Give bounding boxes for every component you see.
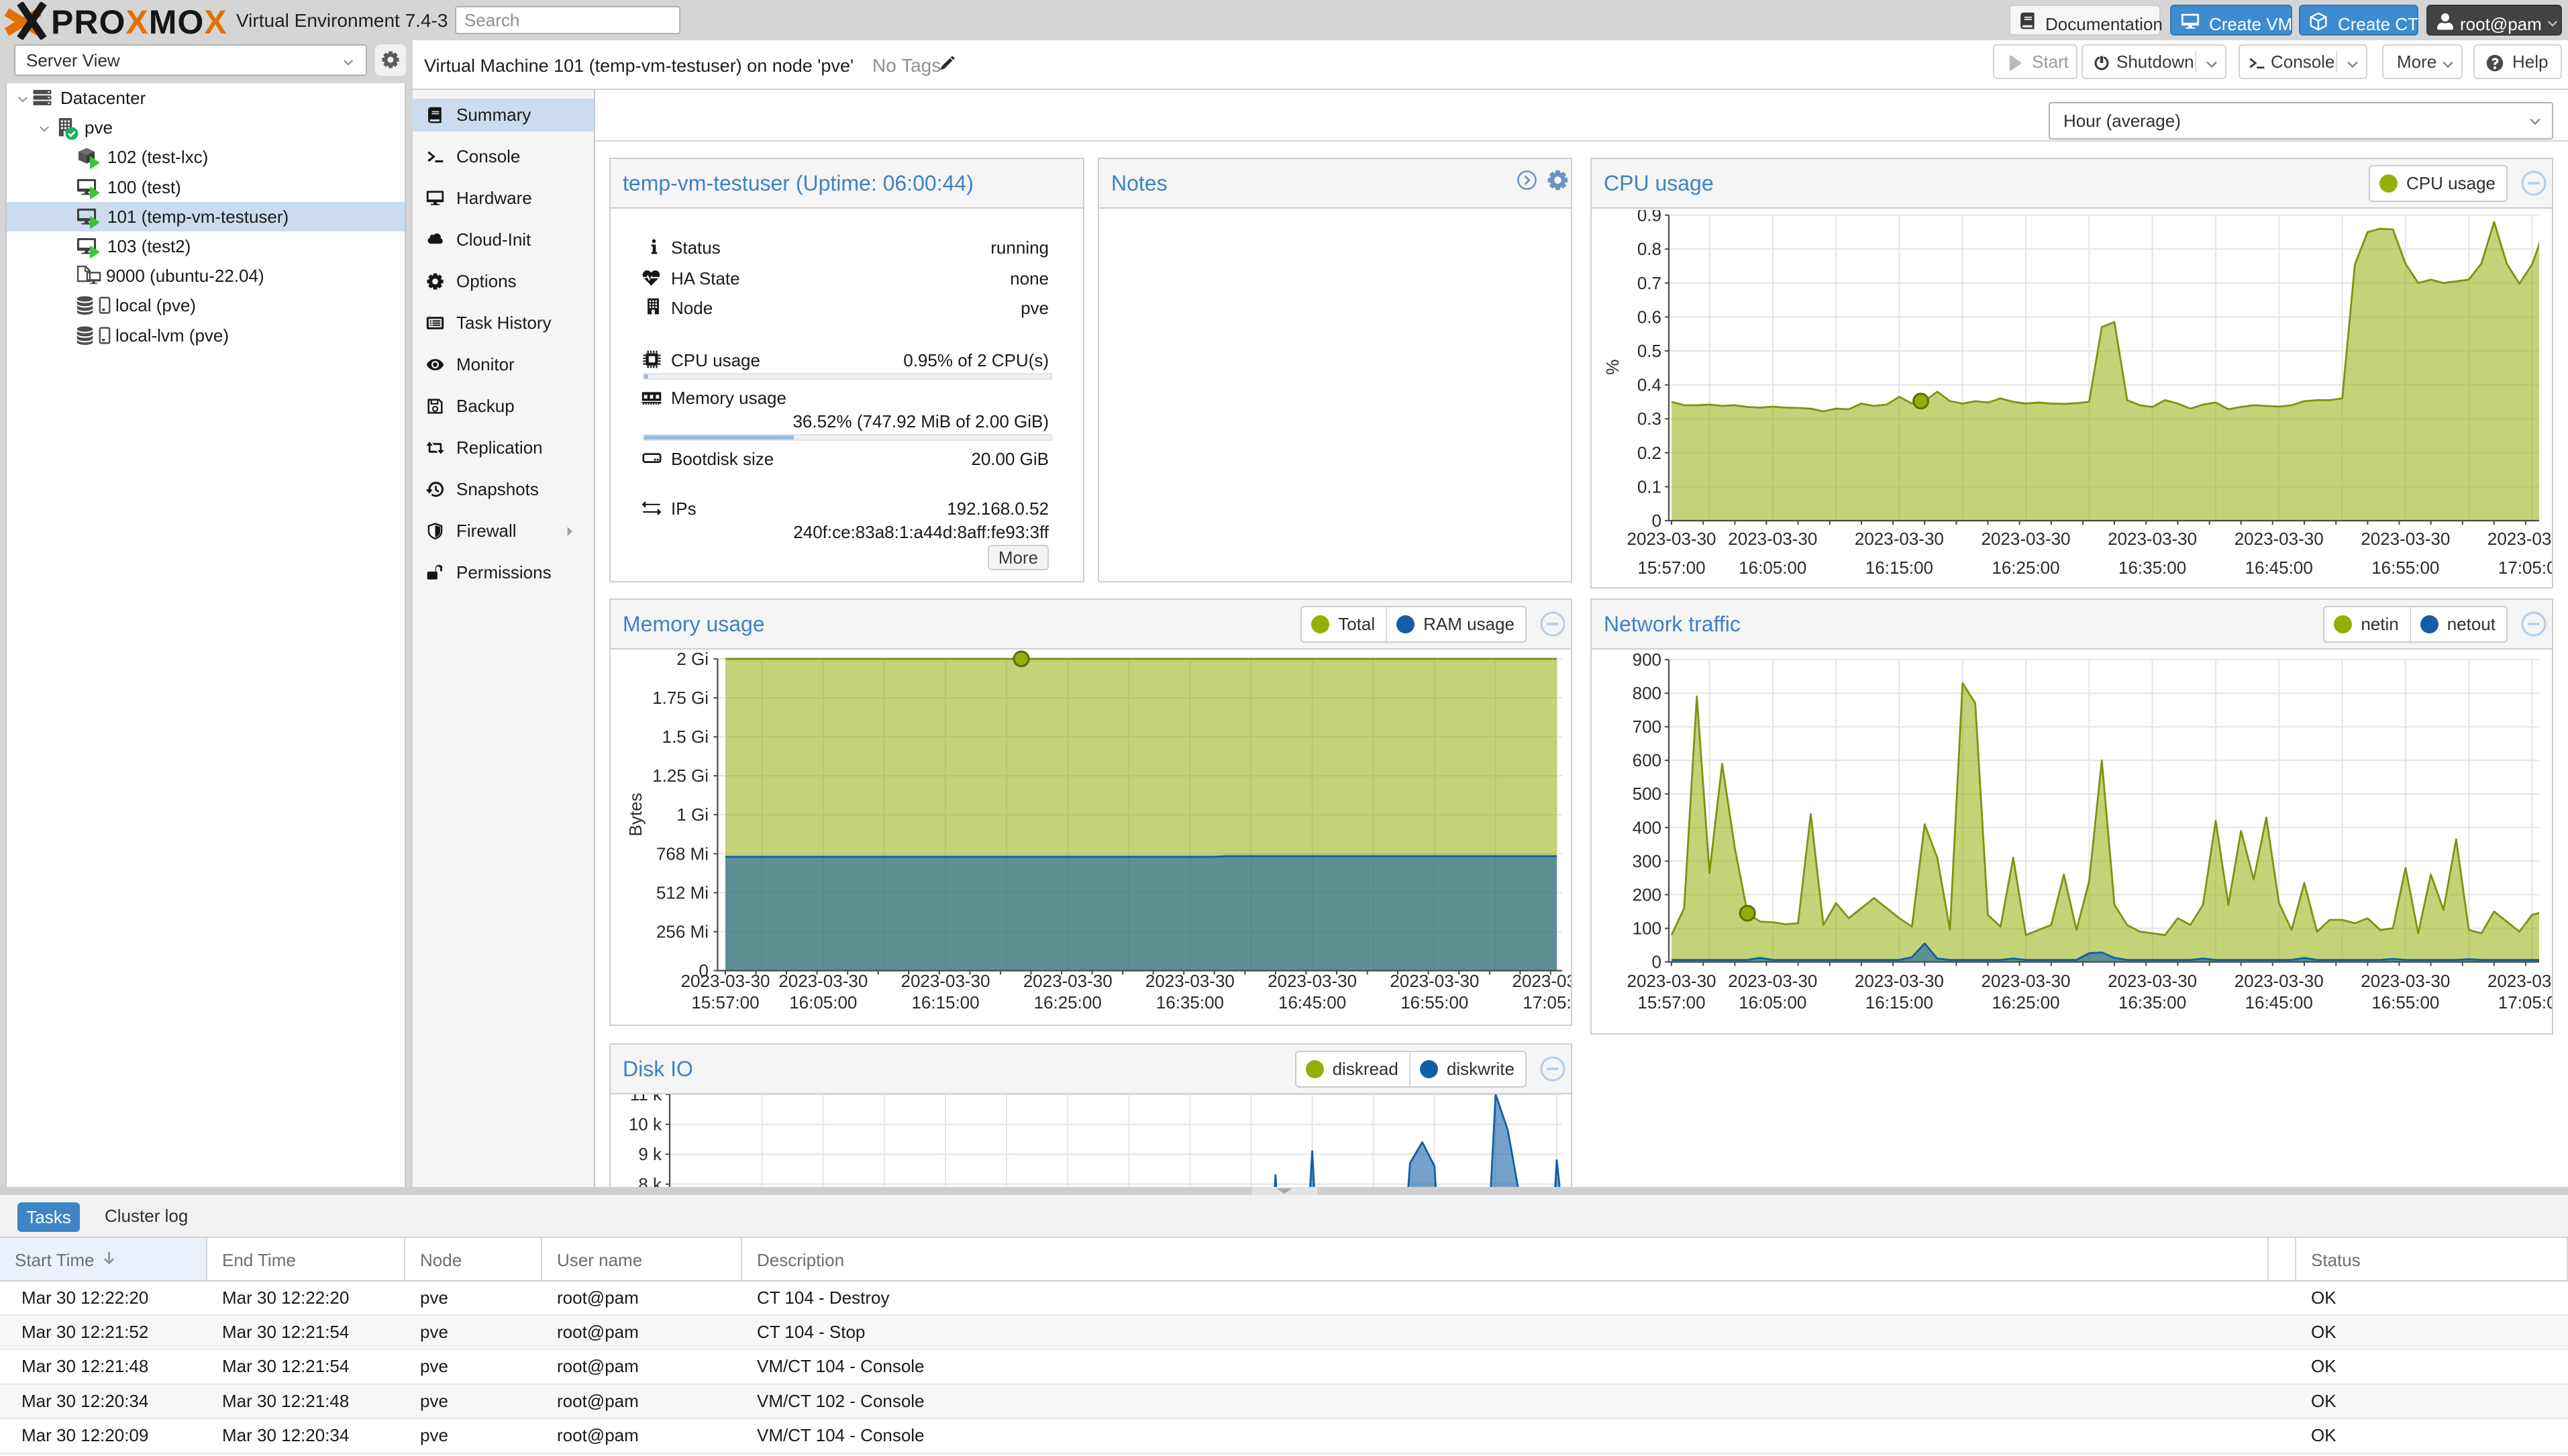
- svg-text:2023-03-30: 2023-03-30: [1855, 529, 1944, 549]
- svg-text:0.7: 0.7: [1637, 273, 1661, 293]
- svg-text:2023-03-30: 2023-03-30: [1145, 971, 1235, 991]
- svg-text:2023-03-30: 2023-03-30: [1728, 971, 1817, 991]
- svg-text:0.8: 0.8: [1637, 239, 1661, 259]
- svg-text:2023-03-30: 2023-03-30: [1512, 971, 1572, 991]
- svg-text:16:35:00: 16:35:00: [1156, 992, 1224, 1012]
- svg-text:1.5 Gi: 1.5 Gi: [662, 727, 709, 747]
- svg-text:100: 100: [1633, 919, 1661, 939]
- svg-text:2023-03-30: 2023-03-30: [2235, 529, 2324, 549]
- svg-text:2023-03-30: 2023-03-30: [1023, 971, 1113, 991]
- svg-text:16:15:00: 16:15:00: [1865, 992, 1933, 1012]
- svg-text:15:57:00: 15:57:00: [1637, 558, 1705, 578]
- svg-text:15:57:00: 15:57:00: [1637, 992, 1705, 1012]
- svg-text:0.3: 0.3: [1637, 409, 1661, 429]
- svg-text:700: 700: [1633, 717, 1661, 737]
- svg-text:Bytes: Bytes: [625, 792, 646, 836]
- svg-text:0.4: 0.4: [1637, 375, 1661, 395]
- svg-text:2 Gi: 2 Gi: [676, 649, 709, 669]
- svg-text:1.25 Gi: 1.25 Gi: [652, 766, 709, 786]
- svg-text:0.6: 0.6: [1637, 307, 1661, 327]
- svg-text:256 Mi: 256 Mi: [656, 922, 709, 942]
- svg-text:0.5: 0.5: [1637, 341, 1661, 361]
- svg-text:0.2: 0.2: [1637, 443, 1661, 463]
- svg-text:16:25:00: 16:25:00: [1034, 992, 1102, 1012]
- svg-text:2023-03-30: 2023-03-30: [2235, 971, 2324, 991]
- svg-text:16:45:00: 16:45:00: [1278, 992, 1346, 1012]
- svg-text:2023-03-30: 2023-03-30: [2361, 529, 2450, 549]
- svg-text:%: %: [1602, 359, 1623, 374]
- svg-text:400: 400: [1633, 817, 1661, 837]
- svg-text:17:05:00: 17:05:00: [2498, 992, 2552, 1012]
- svg-text:16:45:00: 16:45:00: [2245, 558, 2313, 578]
- svg-text:600: 600: [1633, 750, 1661, 770]
- svg-text:2023-03-30: 2023-03-30: [1855, 971, 1944, 991]
- svg-text:2023-03-30: 2023-03-30: [1627, 529, 1716, 549]
- svg-text:2023-03-30: 2023-03-30: [681, 971, 770, 991]
- svg-text:10 k: 10 k: [629, 1114, 662, 1135]
- svg-text:16:55:00: 16:55:00: [2371, 558, 2439, 578]
- svg-text:0.1: 0.1: [1637, 476, 1661, 497]
- svg-text:0: 0: [1652, 511, 1661, 531]
- svg-text:16:45:00: 16:45:00: [2245, 992, 2313, 1012]
- svg-text:2023-03-30: 2023-03-30: [2108, 971, 2197, 991]
- svg-text:2023-03-30: 2023-03-30: [1728, 529, 1817, 549]
- svg-text:16:05:00: 16:05:00: [1739, 558, 1806, 578]
- svg-text:900: 900: [1633, 649, 1661, 670]
- svg-text:17:05:00: 17:05:00: [1523, 992, 1571, 1012]
- svg-text:2023-03-30: 2023-03-30: [2487, 529, 2552, 549]
- svg-text:2023-03-30: 2023-03-30: [901, 971, 990, 991]
- svg-text:16:35:00: 16:35:00: [2118, 558, 2186, 578]
- svg-text:16:25:00: 16:25:00: [1992, 558, 2059, 578]
- svg-text:500: 500: [1633, 784, 1661, 804]
- svg-text:2023-03-30: 2023-03-30: [2108, 529, 2197, 549]
- svg-text:800: 800: [1633, 683, 1661, 703]
- svg-text:2023-03-30: 2023-03-30: [778, 971, 868, 991]
- svg-text:16:15:00: 16:15:00: [911, 992, 979, 1012]
- svg-text:0: 0: [1652, 952, 1661, 972]
- svg-text:17:05:00: 17:05:00: [2498, 558, 2552, 578]
- svg-text:16:05:00: 16:05:00: [1739, 992, 1806, 1012]
- svg-text:16:05:00: 16:05:00: [789, 992, 857, 1012]
- svg-text:16:35:00: 16:35:00: [2118, 992, 2186, 1012]
- svg-text:16:25:00: 16:25:00: [1992, 992, 2059, 1012]
- svg-text:2023-03-30: 2023-03-30: [2487, 971, 2552, 991]
- svg-text:16:55:00: 16:55:00: [2371, 992, 2439, 1012]
- svg-text:2023-03-30: 2023-03-30: [2361, 971, 2450, 991]
- svg-text:9 k: 9 k: [638, 1144, 662, 1164]
- svg-text:2023-03-30: 2023-03-30: [1390, 971, 1479, 991]
- svg-text:2023-03-30: 2023-03-30: [1268, 971, 1357, 991]
- svg-text:768 Mi: 768 Mi: [656, 843, 709, 864]
- svg-text:2023-03-30: 2023-03-30: [1982, 971, 2071, 991]
- svg-text:2023-03-30: 2023-03-30: [1627, 971, 1716, 991]
- svg-text:1.75 Gi: 1.75 Gi: [652, 688, 709, 708]
- svg-text:0.9: 0.9: [1637, 210, 1661, 225]
- svg-text:2023-03-30: 2023-03-30: [1982, 529, 2071, 549]
- svg-text:16:55:00: 16:55:00: [1400, 992, 1468, 1012]
- svg-text:200: 200: [1633, 884, 1661, 904]
- svg-text:300: 300: [1633, 851, 1661, 871]
- svg-text:16:15:00: 16:15:00: [1865, 558, 1933, 578]
- svg-text:512 Mi: 512 Mi: [656, 882, 709, 902]
- svg-text:11 k: 11 k: [630, 1094, 662, 1104]
- svg-text:1 Gi: 1 Gi: [676, 804, 709, 825]
- svg-text:15:57:00: 15:57:00: [691, 992, 759, 1012]
